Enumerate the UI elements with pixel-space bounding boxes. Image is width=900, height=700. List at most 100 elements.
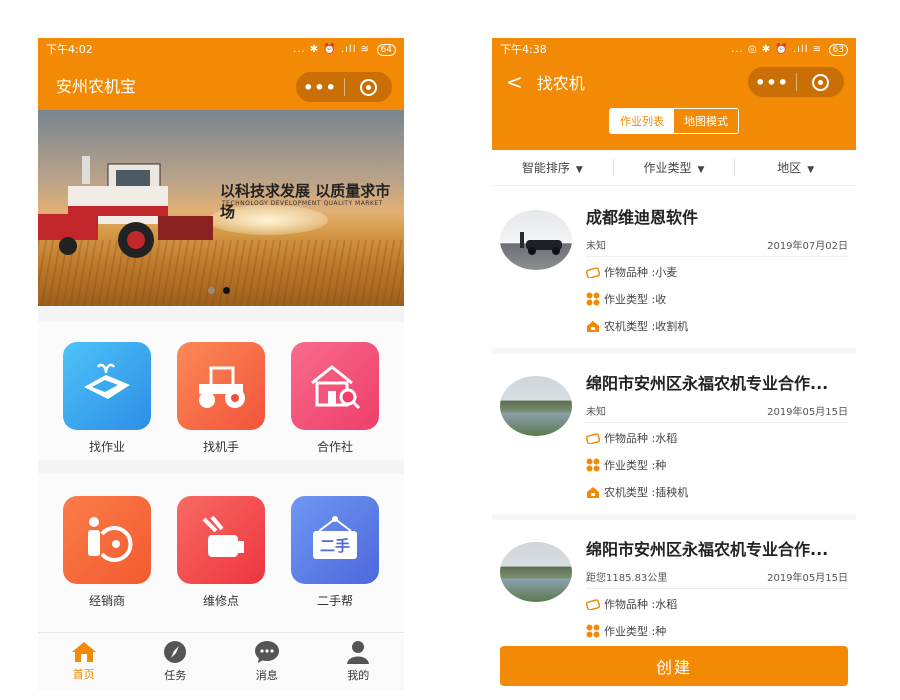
card-crop-text: 作物品种 :水稻 [604, 598, 678, 611]
carousel-dot[interactable] [208, 287, 215, 294]
card-work-text: 作业类型 :收 [604, 293, 667, 306]
card-work-text: 作业类型 :种 [604, 459, 667, 472]
card-crop-text: 作物品种 :小麦 [604, 266, 678, 279]
status-time: 下午4:02 [46, 43, 93, 56]
create-button[interactable]: 创建 [500, 646, 848, 686]
grid-label: 找作业 [88, 440, 125, 454]
grid-item-cooperative[interactable]: 合作社 [280, 342, 390, 455]
card-meta: 未知 2019年07月02日 [586, 237, 848, 257]
close-target-icon[interactable] [345, 78, 392, 96]
person-icon [347, 641, 370, 664]
section-gap [38, 308, 404, 322]
tab-mine[interactable]: 我的 [313, 633, 405, 690]
mini-program-capsule: ••• [748, 67, 844, 97]
list-item[interactable]: 成都维迪恩软件 未知 2019年07月02日 作物品种 :小麦 作业类型 :收 … [492, 194, 856, 354]
filter-bar: 智能排序 ▼ 作业类型 ▼ 地区 ▼ [492, 150, 856, 186]
tab-home[interactable]: 首页 [38, 633, 130, 690]
carousel-dots [208, 287, 230, 294]
card-title: 绵阳市安州区永福农机专业合作... [586, 374, 829, 393]
card-crop: 作物品种 :小麦 [586, 264, 677, 280]
tab-messages[interactable]: 消息 [221, 633, 313, 690]
crop-icon [586, 433, 600, 444]
grid-item-find-driver[interactable]: 找机手 [166, 342, 276, 455]
filter-label: 地区 [777, 161, 802, 175]
card-machine-type: 农机类型 :收割机 [586, 318, 688, 334]
second-hand-sign-icon: 二手 [291, 496, 379, 584]
signal-icons: ... ✱ ⏰ .ıll ≋ [293, 44, 371, 55]
machine-house-icon [587, 320, 599, 332]
nav-bar: 安州农机宝 ••• [38, 60, 404, 110]
avatar [500, 210, 572, 270]
compass-icon [164, 641, 187, 663]
close-target-icon[interactable] [797, 73, 844, 91]
card-crop-text: 作物品种 :水稻 [604, 432, 678, 445]
field-icon [63, 342, 151, 430]
grid-item-second-hand[interactable]: 二手 二手帮 [280, 496, 390, 609]
battery-icon: 64 [376, 44, 396, 56]
bottom-tab-bar: 首页 任务 消息 我的 [38, 632, 404, 690]
status-bar: 下午4:02 ... ✱ ⏰ .ıll ≋ 64 [38, 38, 404, 60]
status-bar: 下午4:38 ... ◎ ✱ ⏰ .ıll ≋ 63 [492, 38, 856, 60]
card-meta: 距您1185.83公里 2019年05月15日 [586, 569, 848, 589]
card-work-text: 作业类型 :种 [604, 625, 667, 638]
status-icons: ... ✱ ⏰ .ıll ≋ 64 [293, 42, 396, 56]
card-machine-type: 农机类型 :插秧机 [586, 484, 688, 500]
carousel-dot-active[interactable] [223, 287, 230, 294]
filter-work-type[interactable]: 作业类型 ▼ [614, 159, 736, 176]
card-date: 2019年07月02日 [767, 241, 848, 252]
dropdown-caret-icon: ▼ [807, 165, 815, 175]
nav-bar: < 找农机 ••• [492, 60, 856, 104]
home-icon [71, 642, 96, 662]
filter-label: 作业类型 [643, 161, 692, 175]
card-date: 2019年05月15日 [767, 407, 848, 418]
filter-region[interactable]: 地区 ▼ [735, 159, 856, 176]
card-work-type: 作业类型 :种 [586, 457, 666, 473]
sign-text: 二手 [320, 537, 350, 555]
tab-map-mode[interactable]: 地图模式 [674, 109, 738, 133]
dropdown-caret-icon: ▼ [575, 165, 583, 175]
grid-item-dealer[interactable]: 经销商 [52, 496, 162, 609]
tab-label: 任务 [164, 669, 187, 682]
banner-subline: TECHNOLOGY DEVELOPMENT QUALITY MARKET [222, 200, 383, 207]
status-time: 下午4:38 [500, 43, 547, 56]
card-crop: 作物品种 :水稻 [586, 430, 677, 446]
grid-item-repair[interactable]: 维修点 [166, 496, 276, 609]
grid-dots-icon [586, 292, 600, 306]
machine-house-icon [587, 486, 599, 498]
filter-label: 智能排序 [521, 161, 570, 175]
grid-label: 找机手 [202, 440, 239, 454]
card-machine-text: 农机类型 :收割机 [604, 320, 689, 333]
avatar [500, 376, 572, 436]
crop-icon [586, 599, 600, 610]
function-grid-row-2: 经销商 维修点 二手 二手帮 [38, 496, 404, 609]
more-icon[interactable]: ••• [296, 78, 344, 97]
list-item[interactable]: 绵阳市安州区永福农机专业合作... 未知 2019年05月15日 作物品种 :水… [492, 360, 856, 520]
tab-list-mode[interactable]: 作业列表 [610, 109, 674, 133]
card-title: 绵阳市安州区永福农机专业合作... [586, 540, 829, 559]
dropdown-caret-icon: ▼ [697, 165, 705, 175]
card-title: 成都维迪恩软件 [586, 208, 699, 227]
grid-item-find-work[interactable]: 找作业 [52, 342, 162, 455]
grid-label: 经销商 [88, 594, 125, 608]
wrench-icon [177, 496, 265, 584]
more-icon[interactable]: ••• [748, 73, 796, 92]
find-machine-screen: 下午4:38 ... ◎ ✱ ⏰ .ıll ≋ 63 < 找农机 ••• 作业列… [492, 38, 856, 690]
card-crop: 作物品种 :水稻 [586, 596, 677, 612]
banner-carousel[interactable]: 以科技求发展 以质量求市场 TECHNOLOGY DEVELOPMENT QUA… [38, 110, 404, 306]
home-screen: 下午4:02 ... ✱ ⏰ .ıll ≋ 64 安州农机宝 ••• 以科技求发… [38, 38, 404, 690]
function-grid-row-1: 找作业 找机手 合作社 [38, 342, 404, 455]
grid-dots-icon [586, 624, 600, 638]
harvester-illustration [38, 156, 213, 258]
tab-tasks[interactable]: 任务 [130, 633, 222, 690]
chat-bubble-icon [254, 641, 279, 663]
tab-label: 我的 [347, 669, 370, 682]
crop-icon [586, 267, 600, 278]
card-date: 2019年05月15日 [767, 573, 848, 584]
back-icon[interactable]: < [492, 70, 523, 94]
tab-label: 首页 [72, 668, 95, 681]
grid-label: 合作社 [316, 440, 353, 454]
tractor-icon [177, 342, 265, 430]
filter-sort[interactable]: 智能排序 ▼ [492, 159, 614, 176]
house-search-icon [291, 342, 379, 430]
dealer-icon [63, 496, 151, 584]
